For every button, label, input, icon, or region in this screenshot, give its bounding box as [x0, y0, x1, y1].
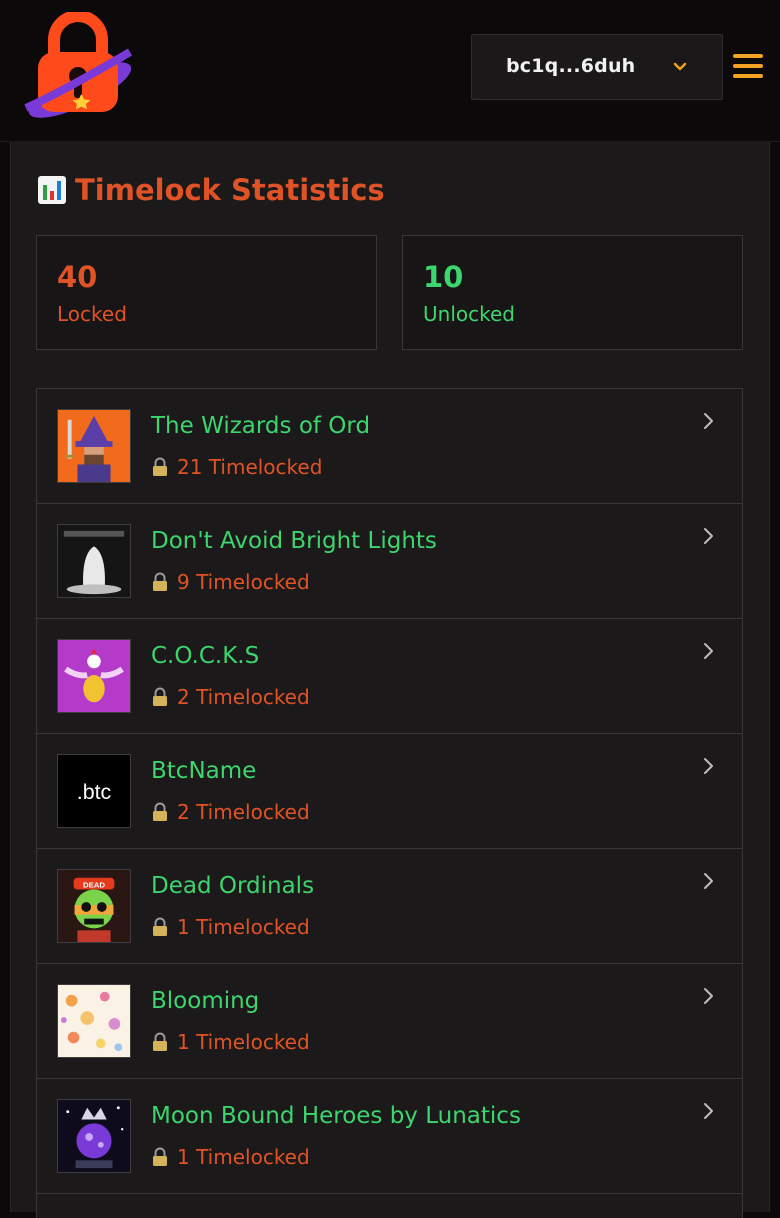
timelocked-count-text: 1 Timelocked [177, 1145, 310, 1169]
wallet-address: bc1q...6duh [506, 55, 636, 77]
locked-label: Locked [57, 302, 127, 326]
collection-thumbnail [57, 1099, 131, 1173]
chevron-right-icon [704, 413, 713, 429]
collection-name: Moon Bound Heroes by Lunatics [151, 1103, 521, 1129]
timelocked-count: 1 Timelocked [151, 1030, 310, 1054]
lock-icon [153, 802, 167, 821]
lock-icon [153, 457, 167, 476]
chevron-right-icon [704, 643, 713, 659]
timelocked-count-text: 9 Timelocked [177, 570, 310, 594]
collection-row-dead-ordinals[interactable]: DEAD Dead Ordinals 1 Timelocked [37, 849, 742, 964]
chevron-right-icon [704, 988, 713, 1004]
ghost-figure-art-icon [58, 525, 130, 597]
chevron-right-icon [704, 873, 713, 889]
floral-pattern-art-icon [58, 985, 130, 1057]
app-header: bc1q...6duh [0, 0, 780, 142]
collection-thumbnail: .btc [57, 754, 131, 828]
stats-title: Timelock Statistics [75, 173, 385, 207]
collection-thumbnail: DEAD [57, 869, 131, 943]
timelocked-count-text: 2 Timelocked [177, 685, 310, 709]
btc-name-logo-icon: .btc [58, 755, 130, 827]
collection-thumbnail [57, 524, 131, 598]
dead-cap-text: DEAD [83, 881, 105, 890]
hamburger-menu-icon[interactable] [733, 52, 765, 80]
timelocked-count-text: 21 Timelocked [177, 455, 323, 479]
unlocked-count: 10 [423, 260, 464, 294]
collection-name: Dead Ordinals [151, 873, 315, 899]
crowned-moon-hero-art-icon [58, 1100, 130, 1172]
collection-thumbnail [57, 639, 131, 713]
bar-chart-icon [38, 176, 66, 204]
collection-name: Don't Avoid Bright Lights [151, 528, 437, 554]
timelocked-count-text: 1 Timelocked [177, 1030, 310, 1054]
rooster-egg-art-icon [58, 640, 130, 712]
timelock-panel: Timelock Statistics 40 Locked 10 Unlocke… [10, 142, 770, 1218]
collection-thumbnail [57, 984, 131, 1058]
timelocked-count-text: 1 Timelocked [177, 915, 310, 939]
collection-name: C.O.C.K.S [151, 643, 260, 669]
chevron-right-icon [704, 528, 713, 544]
collection-list: The Wizards of Ord 21 Timelocked Don't A… [36, 388, 743, 1218]
unlocked-stat-card: 10 Unlocked [402, 235, 743, 350]
timelocked-count-text: 2 Timelocked [177, 800, 310, 824]
collection-thumbnail [57, 409, 131, 483]
chevron-right-icon [704, 1103, 713, 1119]
timelocked-count: 9 Timelocked [151, 570, 310, 594]
collection-row-cocks[interactable]: C.O.C.K.S 2 Timelocked [37, 619, 742, 734]
btc-name-logo-text: .btc [77, 780, 112, 804]
unlocked-label: Unlocked [423, 302, 515, 326]
timelocked-count: 2 Timelocked [151, 800, 310, 824]
locked-count: 40 [57, 260, 98, 294]
stats-heading: Timelock Statistics [37, 170, 385, 210]
lock-icon [153, 1147, 167, 1166]
collection-name: BtcName [151, 758, 257, 784]
timelocked-count: 1 Timelocked [151, 1145, 310, 1169]
collection-name: The Wizards of Ord [151, 413, 371, 439]
collection-row-blooming[interactable]: Blooming 1 Timelocked [37, 964, 742, 1079]
padlock-planet-logo-icon [24, 10, 133, 118]
timelocked-count: 2 Timelocked [151, 685, 310, 709]
chevron-right-icon [704, 758, 713, 774]
timelocked-count: 1 Timelocked [151, 915, 310, 939]
timelocked-count: 21 Timelocked [151, 455, 322, 479]
wallet-selector[interactable]: bc1q...6duh [471, 34, 723, 100]
app-logo[interactable] [22, 10, 134, 122]
lock-icon [153, 917, 167, 936]
chevron-down-icon [673, 62, 687, 71]
lock-icon [153, 687, 167, 706]
collection-row-wizards-of-ord[interactable]: The Wizards of Ord 21 Timelocked [37, 389, 742, 504]
collection-row-moon-bound-heroes[interactable]: Moon Bound Heroes by Lunatics 1 Timelock… [37, 1079, 742, 1194]
skull-dead-art-icon: DEAD [58, 870, 130, 942]
collection-row-dont-avoid-bright-lights[interactable]: Don't Avoid Bright Lights 9 Timelocked [37, 504, 742, 619]
wizard-pixel-art-icon [58, 410, 130, 482]
locked-stat-card: 40 Locked [36, 235, 377, 350]
lock-icon [153, 1032, 167, 1051]
lock-icon [153, 572, 167, 591]
collection-name: Blooming [151, 988, 260, 1014]
collection-row-btcname[interactable]: .btc BtcName 2 Timelocked [37, 734, 742, 849]
